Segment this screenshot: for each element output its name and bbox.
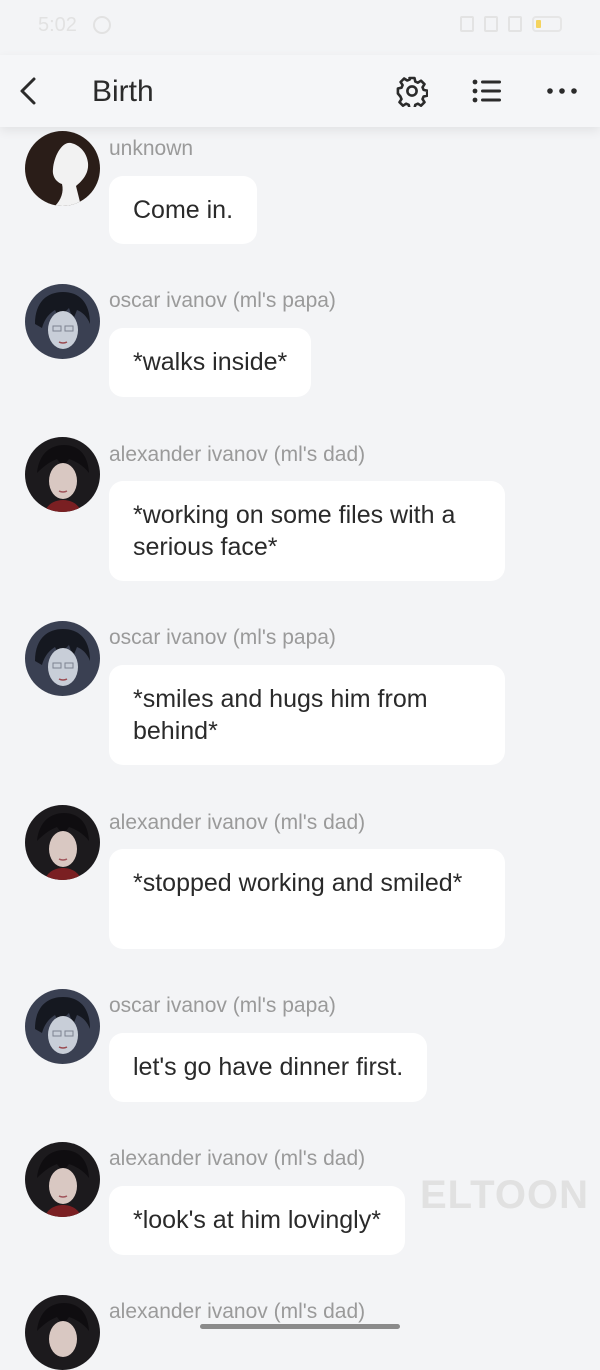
avatar[interactable] xyxy=(25,989,100,1064)
message-text: *working on some files with a serious fa… xyxy=(133,501,456,561)
message-text: *stopped working and smiled* xyxy=(133,869,463,897)
sender-name: oscar ivanov (ml's papa) xyxy=(109,289,336,312)
message-bubble[interactable]: *walks inside* xyxy=(109,328,312,397)
sender-name: unknown xyxy=(109,137,194,160)
message-bubble[interactable]: Come in. xyxy=(109,176,258,244)
message-text: *smiles and hugs him from behind* xyxy=(133,685,428,745)
avatar[interactable] xyxy=(25,621,100,696)
page-title: Birth xyxy=(92,75,154,108)
chevron-left-icon xyxy=(20,77,36,105)
avatar[interactable] xyxy=(25,1142,100,1217)
vibrate-icon xyxy=(460,16,474,32)
message-bubble[interactable]: *stopped working and smiled* xyxy=(109,849,505,949)
status-icons xyxy=(460,16,562,32)
avatar[interactable] xyxy=(25,437,100,512)
signal-icon xyxy=(484,16,498,32)
message-text: let's go have dinner first. xyxy=(133,1053,404,1081)
sender-name: oscar ivanov (ml's papa) xyxy=(109,626,336,649)
chat-header: Birth xyxy=(0,55,600,127)
list-icon xyxy=(472,79,501,103)
signal-icon-2 xyxy=(508,16,522,32)
sender-name: alexander ivanov (ml's dad) xyxy=(109,1147,366,1170)
battery-icon xyxy=(532,16,562,32)
settings-button[interactable] xyxy=(392,71,432,111)
more-options-button[interactable] xyxy=(542,71,582,111)
avatar[interactable] xyxy=(25,131,100,206)
message-bubble[interactable]: *look's at him lovingly* xyxy=(109,1186,405,1255)
back-button[interactable] xyxy=(12,69,52,113)
message-bubble[interactable]: *working on some files with a serious fa… xyxy=(109,481,505,581)
sender-name: alexander ivanov (ml's dad) xyxy=(109,443,366,466)
chat-list[interactable]: unknown Come in. oscar ivanov (ml's papa… xyxy=(0,127,600,1370)
message-bubble[interactable]: let's go have dinner first. xyxy=(109,1033,428,1102)
sender-name: oscar ivanov (ml's papa) xyxy=(109,994,336,1017)
sync-icon xyxy=(93,16,111,34)
list-button[interactable] xyxy=(467,71,507,111)
sender-name: alexander ivanov (ml's dad) xyxy=(109,1300,366,1323)
gear-icon xyxy=(396,76,428,107)
message-text: *look's at him lovingly* xyxy=(133,1206,381,1234)
message-text: Come in. xyxy=(133,196,234,224)
message-bubble[interactable]: *smiles and hugs him from behind* xyxy=(109,665,505,765)
watermark: ELTOON xyxy=(420,1173,589,1217)
home-indicator[interactable] xyxy=(200,1324,400,1329)
status-time: 5:02 xyxy=(38,14,77,36)
message-text: *walks inside* xyxy=(133,348,288,376)
sender-name: alexander ivanov (ml's dad) xyxy=(109,811,366,834)
more-dots-icon xyxy=(547,88,577,94)
avatar[interactable] xyxy=(25,805,100,880)
status-bar: 5:02 xyxy=(0,0,600,55)
avatar[interactable] xyxy=(25,284,100,359)
